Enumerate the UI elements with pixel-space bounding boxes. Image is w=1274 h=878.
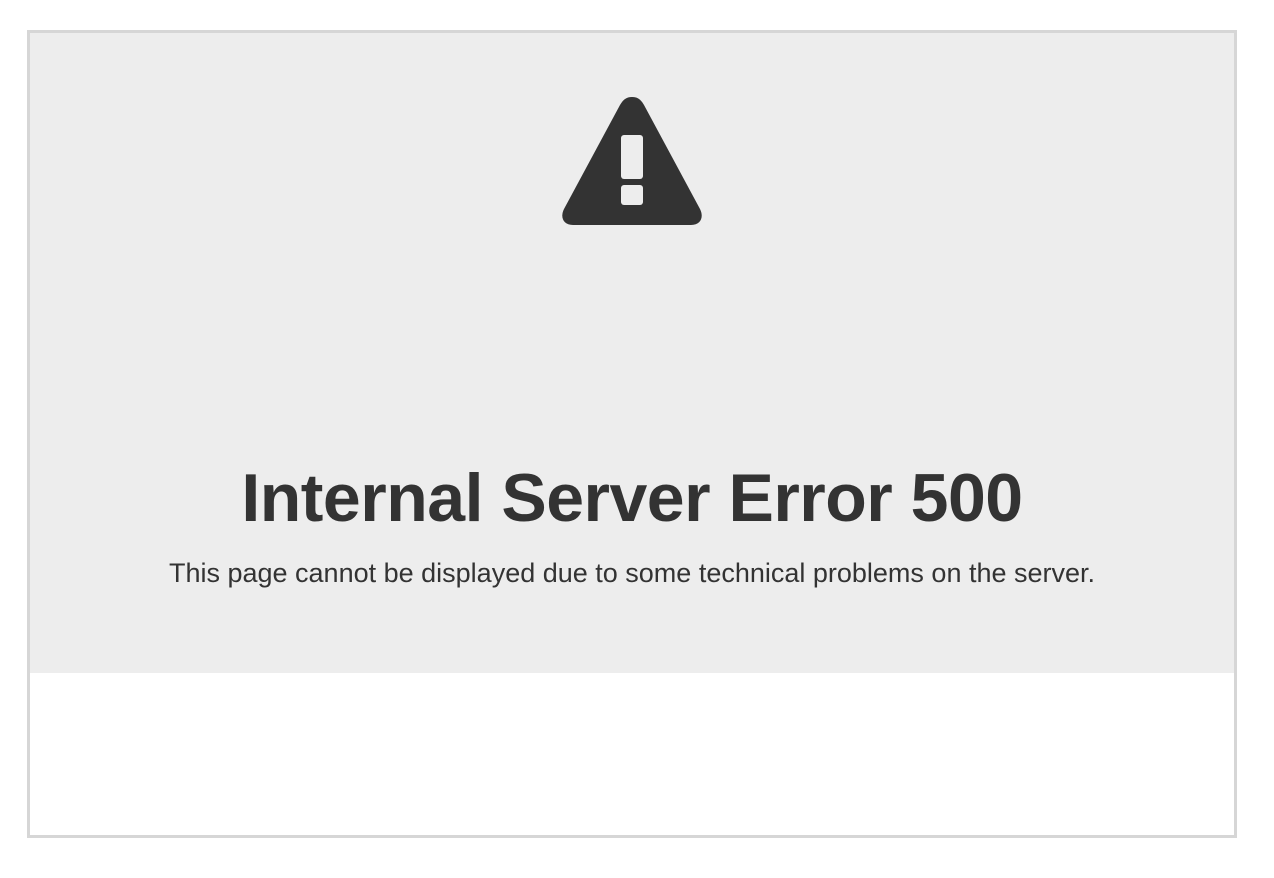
error-message: This page cannot be displayed due to som… [168,558,1096,588]
error-title: Internal Server Error 500 [241,460,1023,536]
warning-triangle-icon [562,97,702,225]
error-panel: Internal Server Error 500 This page cann… [30,33,1234,673]
empty-footer-area [30,673,1234,835]
error-container: Internal Server Error 500 This page cann… [27,30,1237,838]
